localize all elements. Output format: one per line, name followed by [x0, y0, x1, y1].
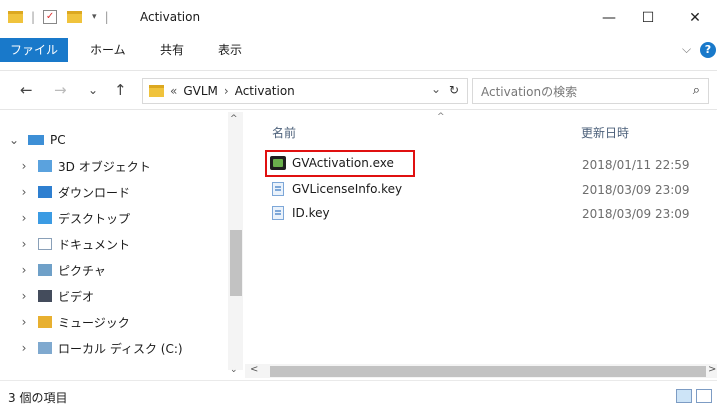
- expand-chevron-icon[interactable]: ›: [10, 289, 38, 303]
- search-placeholder: Activationの検索: [481, 84, 578, 99]
- scroll-left-icon[interactable]: <: [250, 364, 258, 375]
- content-scrollbar-thumb[interactable]: [270, 366, 706, 377]
- expand-chevron-icon[interactable]: ⌄: [0, 133, 28, 147]
- tab-file[interactable]: ファイル: [0, 38, 69, 62]
- sidebar-item-pictures[interactable]: › ピクチャ: [10, 258, 106, 282]
- scroll-right-icon[interactable]: >: [708, 364, 716, 375]
- file-date: 2018/03/09 23:09: [582, 183, 690, 197]
- file-date: 2018/03/09 23:09: [582, 207, 690, 221]
- new-folder-icon[interactable]: [67, 11, 83, 23]
- desktop-icon: [38, 212, 52, 224]
- sidebar-item-label: 3D オブジェクト: [58, 159, 151, 174]
- up-button[interactable]: ↑: [114, 81, 127, 99]
- sidebar-item-label: デスクトップ: [58, 211, 131, 226]
- recent-locations-button[interactable]: ⌄: [88, 83, 98, 97]
- sidebar-item-3d-objects[interactable]: › 3D オブジェクト: [10, 154, 151, 178]
- sidebar-item-pc[interactable]: ⌄ PC: [0, 128, 66, 152]
- expand-chevron-icon[interactable]: ›: [10, 315, 38, 329]
- expand-chevron-icon[interactable]: ›: [10, 341, 38, 355]
- sidebar-item-label: ローカル ディスク (C:): [58, 341, 183, 356]
- sidebar-item-documents[interactable]: › ドキュメント: [10, 232, 130, 256]
- refresh-icon[interactable]: ↻: [449, 83, 459, 97]
- highlight-box: [265, 150, 415, 177]
- local-disk-icon: [38, 342, 52, 354]
- download-icon: [38, 186, 52, 198]
- breadcrumb-overflow[interactable]: «: [170, 84, 177, 98]
- ribbon-tabs: ファイル ホーム 共有 表示 ⌵ ?: [0, 36, 717, 64]
- videos-icon: [38, 290, 52, 302]
- file-date: 2018/01/11 22:59: [582, 158, 690, 172]
- tab-home[interactable]: ホーム: [80, 38, 136, 62]
- scroll-down-icon[interactable]: ⌄: [230, 365, 238, 375]
- documents-icon: [38, 238, 52, 250]
- expand-chevron-icon[interactable]: ›: [10, 237, 38, 251]
- close-button[interactable]: ✕: [680, 6, 710, 30]
- ribbon-expand-icon[interactable]: ⌵: [682, 42, 691, 57]
- navigation-pane: ⌄ PC › 3D オブジェクト › ダウンロード › デスクトップ › ドキュ…: [0, 112, 245, 378]
- tab-share[interactable]: 共有: [150, 38, 194, 62]
- file-row[interactable]: GVLicenseInfo.key: [272, 178, 402, 200]
- toolbar-separator: |: [31, 10, 36, 24]
- file-row[interactable]: ID.key: [272, 202, 330, 224]
- key-file-icon: [272, 206, 284, 220]
- customize-toolbar-icon[interactable]: ▾: [92, 12, 97, 22]
- key-file-icon: [272, 182, 284, 196]
- navigation-bar: ← → ⌄ ↑ « GVLM › Activation ⌄ ↻ Activati…: [0, 70, 717, 110]
- sidebar-item-label: PC: [50, 133, 66, 147]
- details-view-button[interactable]: [676, 389, 692, 403]
- sidebar-item-desktop[interactable]: › デスクトップ: [10, 206, 130, 230]
- toolbar-separator: |: [104, 10, 109, 24]
- forward-button[interactable]: →: [54, 81, 67, 99]
- file-name[interactable]: GVLicenseInfo.key: [292, 182, 402, 196]
- expand-chevron-icon[interactable]: ›: [10, 211, 38, 225]
- sidebar-item-label: ピクチャ: [58, 263, 106, 278]
- breadcrumb-separator[interactable]: ›: [224, 84, 229, 98]
- search-input[interactable]: Activationの検索 ⌕: [472, 78, 709, 104]
- large-icons-view-button[interactable]: [696, 389, 712, 403]
- expand-chevron-icon[interactable]: ›: [10, 159, 38, 173]
- sidebar-item-videos[interactable]: › ビデオ: [10, 284, 94, 308]
- expand-chevron-icon[interactable]: ›: [10, 263, 38, 277]
- breadcrumb-activation[interactable]: Activation: [235, 84, 295, 98]
- back-button[interactable]: ←: [20, 81, 33, 99]
- nav-pane-scrollbar-thumb[interactable]: [230, 230, 242, 296]
- breadcrumb-gvlm[interactable]: GVLM: [183, 84, 218, 98]
- quick-access-toolbar: | ✓ ▾ |: [8, 10, 109, 24]
- maximize-button[interactable]: ☐: [633, 6, 663, 30]
- tab-view[interactable]: 表示: [208, 38, 252, 62]
- 3d-objects-icon: [38, 160, 52, 172]
- sidebar-item-music[interactable]: › ミュージック: [10, 310, 130, 334]
- sidebar-item-local-disk[interactable]: › ローカル ディスク (C:): [10, 336, 183, 360]
- status-bar: 3 個の項目: [0, 380, 717, 410]
- properties-check-icon[interactable]: ✓: [43, 10, 58, 24]
- search-icon[interactable]: ⌕: [693, 83, 700, 98]
- minimize-button[interactable]: —: [594, 6, 624, 30]
- title-bar: | ✓ ▾ | Activation — ☐ ✕: [0, 0, 717, 36]
- scroll-up-icon[interactable]: ^: [230, 114, 238, 124]
- address-dropdown-icon[interactable]: ⌄: [431, 82, 441, 96]
- sidebar-item-label: ビデオ: [58, 289, 95, 304]
- pictures-icon: [38, 264, 52, 276]
- file-name[interactable]: ID.key: [292, 206, 330, 220]
- expand-chevron-icon[interactable]: ›: [10, 185, 38, 199]
- pc-icon: [28, 135, 44, 145]
- folder-icon: [149, 85, 164, 97]
- sidebar-item-label: ドキュメント: [58, 237, 131, 252]
- sidebar-item-downloads[interactable]: › ダウンロード: [10, 180, 130, 204]
- sidebar-item-label: ダウンロード: [58, 185, 131, 200]
- column-header-modified[interactable]: 更新日時: [581, 124, 629, 141]
- window-title: Activation: [140, 10, 201, 24]
- folder-icon: [8, 11, 23, 23]
- column-header-name[interactable]: 名前: [272, 124, 296, 141]
- help-icon[interactable]: ?: [700, 42, 716, 58]
- item-count: 3 個の項目: [8, 391, 68, 405]
- address-bar[interactable]: « GVLM › Activation ⌄ ↻: [142, 78, 468, 104]
- sort-ascending-icon: ^: [437, 112, 445, 122]
- sidebar-item-label: ミュージック: [58, 315, 130, 330]
- music-icon: [38, 316, 52, 328]
